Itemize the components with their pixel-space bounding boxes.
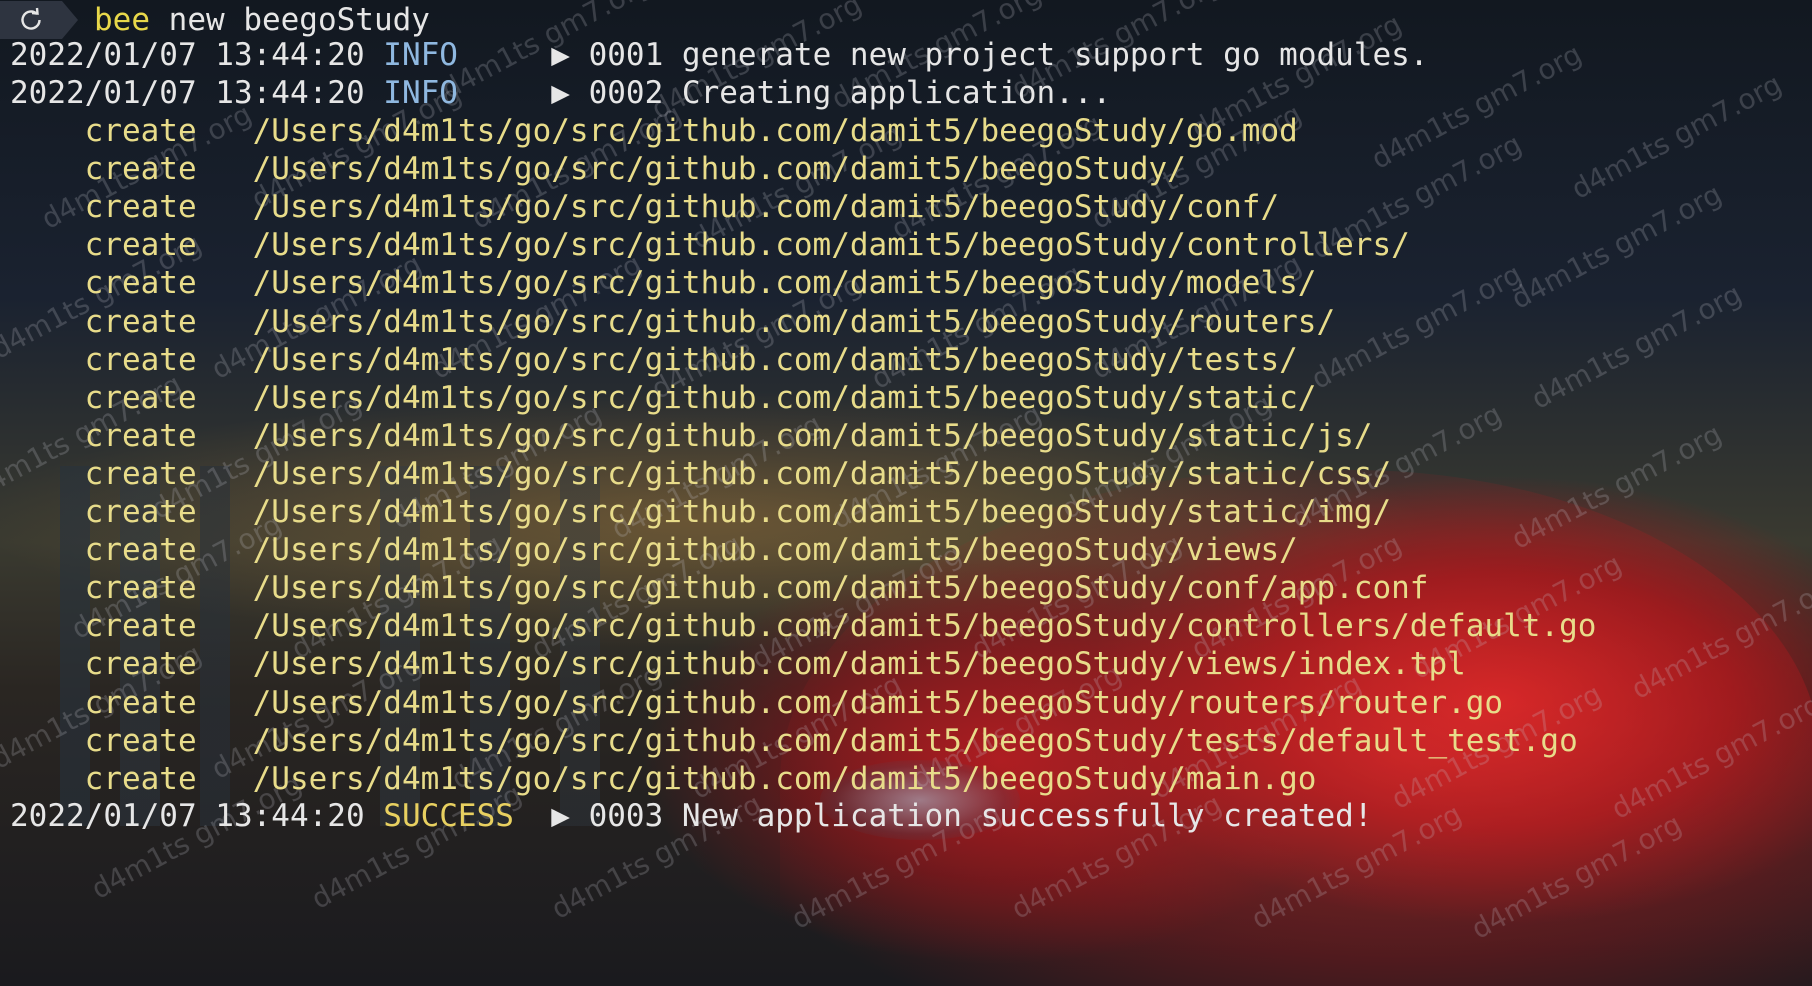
log-arrow-icon: ▶ xyxy=(551,75,570,111)
created-path: /Users/d4m1ts/go/src/github.com/damit5/b… xyxy=(252,684,1504,721)
log-level: SUCCESS xyxy=(383,798,514,834)
create-label: create xyxy=(84,303,197,340)
create-label: create xyxy=(84,265,197,302)
log-level: INFO xyxy=(383,75,458,111)
created-path: /Users/d4m1ts/go/src/github.com/damit5/b… xyxy=(252,227,1410,264)
create-label: create xyxy=(84,532,197,569)
create-label: create xyxy=(84,227,197,264)
create-label: create xyxy=(84,113,197,149)
created-path: /Users/d4m1ts/go/src/github.com/damit5/b… xyxy=(252,303,1336,340)
created-path: /Users/d4m1ts/go/src/github.com/damit5/b… xyxy=(252,570,1429,607)
created-path: /Users/d4m1ts/go/src/github.com/damit5/b… xyxy=(252,608,1597,645)
created-path: /Users/d4m1ts/go/src/github.com/damit5/b… xyxy=(252,455,1392,492)
create-label: create xyxy=(84,189,197,226)
created-path: /Users/d4m1ts/go/src/github.com/damit5/b… xyxy=(252,722,1578,759)
log-message: 0003 New application successfully create… xyxy=(588,798,1373,834)
log-message: 0002 Creating application... xyxy=(588,75,1112,111)
created-path: /Users/d4m1ts/go/src/github.com/damit5/b… xyxy=(252,760,1317,797)
created-path: /Users/d4m1ts/go/src/github.com/damit5/b… xyxy=(252,417,1373,454)
created-path: /Users/d4m1ts/go/src/github.com/damit5/b… xyxy=(252,494,1392,530)
log-arrow-icon: ▶ xyxy=(551,37,570,73)
created-path: /Users/d4m1ts/go/src/github.com/damit5/b… xyxy=(252,151,1186,188)
create-label: create xyxy=(84,722,197,759)
create-label: create xyxy=(84,379,197,416)
create-label: create xyxy=(84,341,197,378)
created-path: /Users/d4m1ts/go/src/github.com/damit5/b… xyxy=(252,113,1298,149)
created-path: /Users/d4m1ts/go/src/github.com/damit5/b… xyxy=(252,341,1298,378)
log-timestamp: 2022/01/07 13:44:20 xyxy=(10,75,365,111)
refresh-icon xyxy=(21,7,41,30)
create-label: create xyxy=(84,417,197,454)
create-label: create xyxy=(84,608,197,645)
created-path: /Users/d4m1ts/go/src/github.com/damit5/b… xyxy=(252,532,1298,569)
created-path: /Users/d4m1ts/go/src/github.com/damit5/b… xyxy=(252,265,1317,302)
created-path: /Users/d4m1ts/go/src/github.com/damit5/b… xyxy=(252,646,1466,683)
created-path: /Users/d4m1ts/go/src/github.com/damit5/b… xyxy=(252,189,1280,226)
create-label: create xyxy=(84,494,197,530)
log-message: 0001 generate new project support go mod… xyxy=(588,37,1429,73)
create-label: create xyxy=(84,151,197,188)
create-label: create xyxy=(84,570,197,607)
log-arrow-icon: ▶ xyxy=(551,798,570,834)
create-label: create xyxy=(84,684,197,721)
terminal-window[interactable]: bee new beegoStudy 2022/01/07 13:44:20 I… xyxy=(0,0,1812,986)
log-timestamp: 2022/01/07 13:44:20 xyxy=(10,37,365,73)
create-label: create xyxy=(84,455,197,492)
log-level: INFO xyxy=(383,37,458,73)
created-path: /Users/d4m1ts/go/src/github.com/damit5/b… xyxy=(252,379,1317,416)
log-timestamp: 2022/01/07 13:44:20 xyxy=(10,798,365,834)
create-label: create xyxy=(84,646,197,683)
create-label: create xyxy=(84,760,197,797)
success-line: 2022/01/07 13:44:20 SUCCESS ▶ 0003 New a… xyxy=(10,794,1372,838)
